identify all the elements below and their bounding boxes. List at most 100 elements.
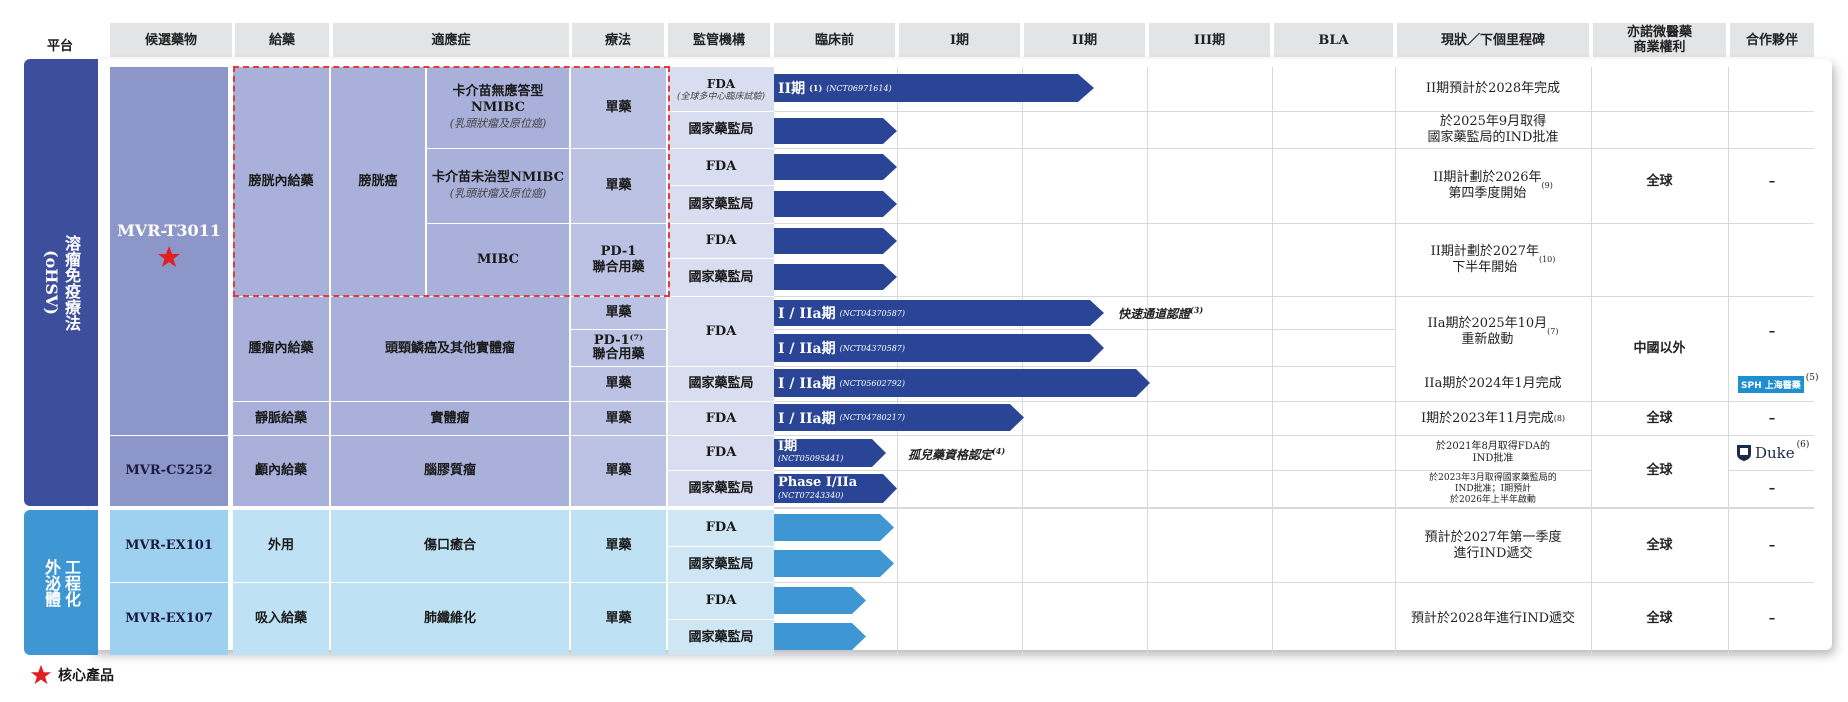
- platform-ohsv: 溶瘤免疫療法 (oHSV): [24, 59, 98, 506]
- candidate-c5252: MVR-C5252: [110, 436, 228, 506]
- status-text: 於2025年9月取得 國家藥監局的IND批准: [1427, 114, 1559, 145]
- indication-glioma: 腦膠質瘤: [331, 436, 569, 506]
- rights-text: 全球: [1646, 463, 1673, 478]
- therapy-combo: PD-1⁽⁷⁾ 聯合用藥: [571, 330, 666, 366]
- core-product-star-icon: [158, 246, 180, 267]
- grid-line: [1728, 67, 1729, 655]
- rights-text: 全球: [1646, 538, 1673, 553]
- route-topical: 外用: [233, 510, 329, 582]
- rights-text: 全球: [1646, 173, 1673, 189]
- header-bla: BLA: [1274, 23, 1393, 57]
- phase-bar-t3011-iv: I / IIa期 (NCT04780217): [774, 404, 1024, 431]
- header-preclinical: 臨床前: [774, 23, 895, 57]
- partner-none: –: [1768, 611, 1776, 626]
- header-candidate: 候選藥物: [110, 23, 232, 57]
- header-phase2: II期: [1024, 23, 1145, 57]
- phase-bar-c5252-fda: I期 (NCT05095441): [774, 439, 886, 467]
- regulator-fda: FDA: [668, 224, 774, 258]
- row-line: [774, 655, 1814, 656]
- route-intravenous: 靜脈給藥: [233, 402, 329, 435]
- header-rights: 亦諾微醫藥 商業權利: [1593, 23, 1726, 57]
- regulator-fda: FDA: [668, 436, 774, 470]
- indication-fibrosis: 肺纖維化: [331, 583, 569, 655]
- therapy-mono: 單藥: [571, 583, 666, 655]
- status-text: IIa期於2024年1月完成: [1424, 376, 1562, 391]
- phase-bar-preclinical: [774, 191, 897, 217]
- row-line: [774, 507, 1814, 509]
- rights-text: 全球: [1646, 611, 1673, 626]
- partner-none: –: [1768, 410, 1776, 426]
- partner-none: –: [1768, 538, 1776, 553]
- route-intratumoral: 腫瘤內給藥: [233, 297, 329, 401]
- legend-core-product: 核心產品: [30, 662, 114, 688]
- phase-bar-preclinical: [774, 228, 897, 254]
- indication-head-neck: 頭頸鱗癌及其他實體瘤: [331, 297, 569, 401]
- status-text: I期於2023年11月完成 (8): [1420, 410, 1566, 426]
- status-text: 於2021年8月取得FDA的 IND批准: [1436, 441, 1550, 464]
- therapy-mono: 單藥: [571, 297, 666, 329]
- regulator-fda: FDA (全球多中心臨床試驗): [668, 67, 774, 111]
- therapy-mono: 單藥: [571, 367, 666, 401]
- phase-bar-t3011-hn-nmpa: I / IIa期 (NCT05602792): [774, 369, 1150, 397]
- regulator-nmpa: 國家藥監局: [668, 547, 774, 582]
- header-regulator: 監管機構: [668, 23, 770, 57]
- header-therapy: 療法: [572, 23, 664, 57]
- header-phase3: III期: [1149, 23, 1270, 57]
- regulator-nmpa: 國家藥監局: [668, 186, 774, 223]
- duke-shield-icon: [1737, 445, 1751, 461]
- therapy-mono: 單藥: [571, 402, 666, 435]
- phase-bar-c5252-nmpa: Phase I/IIa (NCT07243340): [774, 474, 897, 503]
- regulator-fda: FDA: [668, 297, 774, 366]
- regulator-nmpa: 國家藥監局: [668, 259, 774, 296]
- phase-bar-ex107-fda: [774, 587, 866, 614]
- candidate-ex101: MVR-EX101: [110, 510, 228, 582]
- partner-sph-logo: SPH 上海醫藥 (5): [1738, 373, 1819, 395]
- phase-bar-ex107-nmpa: [774, 623, 866, 650]
- bladder-highlight-box: [233, 66, 670, 297]
- phase-bar-t3011-hn-combo: I / IIa期 (NCT04370587): [774, 334, 1104, 362]
- regulator-fda: FDA: [668, 149, 774, 185]
- partner-none: –: [1768, 323, 1776, 339]
- header-phase1: I期: [899, 23, 1020, 57]
- indication-solid: 實體瘤: [331, 402, 569, 435]
- status-text: 預計於2027年第一季度 進行IND遞交: [1424, 530, 1562, 561]
- partner-duke-logo: Duke (6): [1736, 440, 1814, 466]
- header-partner: 合作夥伴: [1730, 23, 1814, 57]
- regulator-nmpa: 國家藥監局: [668, 471, 774, 506]
- header-status: 現狀／下個里程碑: [1397, 23, 1589, 57]
- regulator-nmpa: 國家藥監局: [668, 367, 774, 401]
- grid-line: [1147, 67, 1148, 655]
- phase-bar-preclinical: [774, 264, 897, 290]
- regulator-nmpa: 國家藥監局: [668, 112, 774, 148]
- grid-line: [1395, 67, 1396, 655]
- header-platform: 平台: [46, 39, 73, 54]
- platform-exosome: 工程化 外泌體: [24, 510, 98, 655]
- partner-none: –: [1768, 481, 1776, 496]
- status-text: IIa期於2025年10月 重新啟動 (7): [1427, 315, 1559, 347]
- partner-none: –: [1768, 173, 1776, 189]
- star-icon: [30, 664, 52, 685]
- regulator-fda: FDA: [668, 402, 774, 435]
- row-line: [774, 366, 1396, 367]
- status-text: 預計於2028年進行IND遞交: [1410, 611, 1576, 626]
- regulator-fda: FDA: [668, 510, 774, 546]
- status-text: 於2023年3月取得國家藥監局的 IND批准；I期預計 於2026年上半年啟動: [1429, 472, 1557, 505]
- grid-line: [1272, 67, 1273, 655]
- status-text: II期計劃於2026年 第四季度開始 (9): [1433, 170, 1553, 201]
- header-indication: 適應症: [333, 23, 569, 57]
- regulator-nmpa: 國家藥監局: [668, 620, 774, 655]
- rights-text: 全球: [1646, 410, 1673, 426]
- status-text: II期預計於2028年完成: [1425, 81, 1561, 96]
- fast-track-note: 快速通道認證(3): [1118, 305, 1204, 321]
- phase-bar-t3011-fda-unresp: II期 (1) (NCT06971614): [774, 74, 1094, 102]
- phase-bar-ex101-nmpa: [774, 550, 894, 577]
- route-intracranial: 顱內給藥: [233, 436, 329, 506]
- indication-wound: 傷口癒合: [331, 510, 569, 582]
- therapy-mono: 單藥: [571, 510, 666, 582]
- rights-text: 中國以外: [1633, 341, 1686, 356]
- candidate-ex107: MVR-EX107: [110, 583, 228, 655]
- regulator-fda: FDA: [668, 583, 774, 619]
- status-text: II期計劃於2027年 下半年開始 (10): [1430, 244, 1556, 275]
- row-line: [774, 329, 1396, 330]
- phase-bar-t3011-hn-mono: I / IIa期 (NCT04370587): [774, 300, 1104, 326]
